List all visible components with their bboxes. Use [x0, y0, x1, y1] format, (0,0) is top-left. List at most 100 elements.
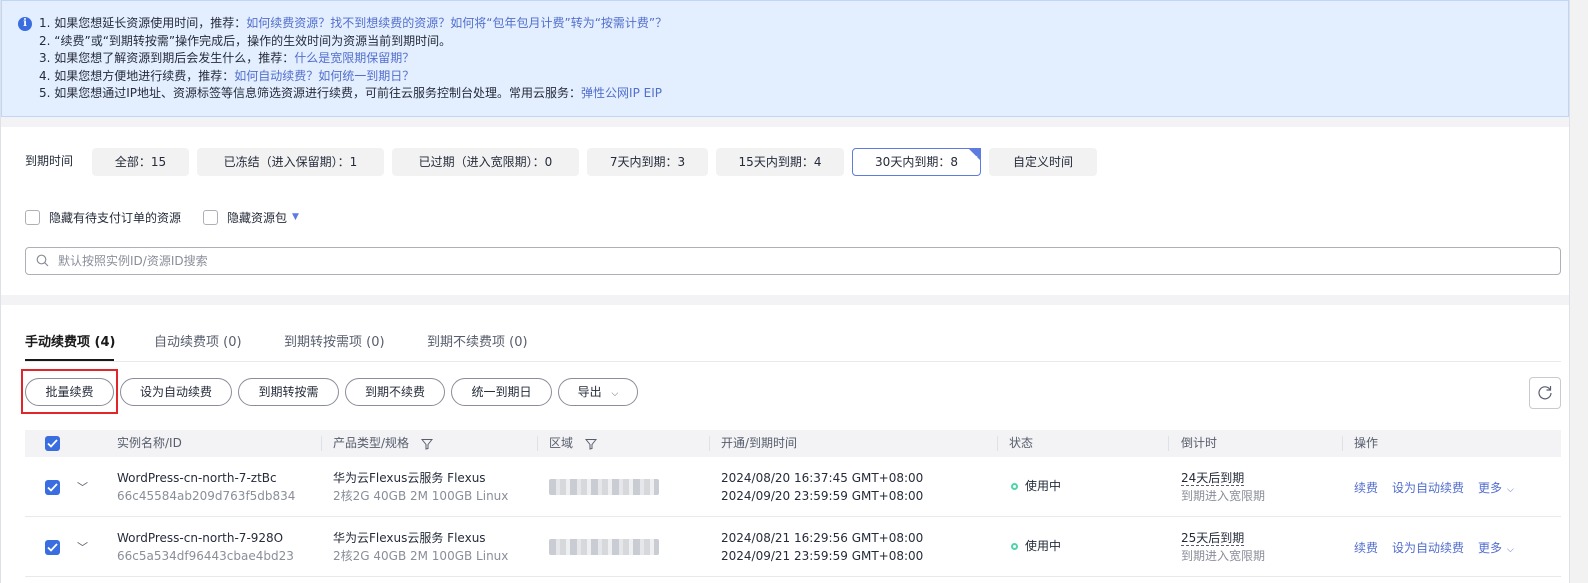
notice-line-4: 4. 如果您想方便地进行续费，推荐：如何自动续费？如何统一到期日？	[39, 68, 1568, 86]
notice-text: 2. “续费”或“到期转按需”操作完成后，操作的生效时间为资源当前到期时间。	[39, 33, 452, 48]
chip-all[interactable]: 全部：15	[92, 148, 189, 176]
filter-icon[interactable]	[584, 438, 597, 450]
hide-pending-option[interactable]: 隐藏有待支付订单的资源	[25, 209, 181, 225]
notice-text: 3. 如果您想了解资源到期后会发生什么，推荐：	[39, 51, 295, 66]
more-dropdown[interactable]: 更多 ⌵	[1478, 539, 1514, 559]
notice-text: 1. 如果您想延长资源使用时间，推荐：	[39, 16, 247, 30]
expand-chevron-icon[interactable]: ﹀	[77, 539, 88, 555]
expire-time: 2024/09/21 23:59:59 GMT+08:00	[721, 549, 924, 563]
more-label: 更多	[1478, 481, 1503, 495]
chip-15-days[interactable]: 15天内到期：4	[716, 148, 844, 176]
column-divider	[1168, 436, 1169, 451]
notice-link-renew-help[interactable]: 如何续费资源？找不到想续费的资源？如何将“包年包月计费”转为“按需计费”？	[246, 16, 667, 30]
tab-no-renew[interactable]: 到期不续费项 (0)	[427, 335, 528, 351]
table-header: 实例名称/ID 产品类型/规格 区域 开通/到期时间 状态 倒计时 操作	[25, 430, 1561, 457]
renew-link[interactable]: 续费	[1354, 479, 1378, 497]
product-spec: 2核2G 40GB 2M 100GB Linux	[333, 549, 509, 563]
search-icon	[36, 254, 49, 267]
hide-pending-checkbox[interactable]	[25, 209, 40, 225]
table-row: ﹀ WordPress-cn-north-7-ztBc 66c45584ab20…	[25, 457, 1561, 517]
set-auto-renew-link[interactable]: 设为自动续费	[1392, 539, 1464, 557]
notice-line-2: 2. “续费”或“到期转按需”操作完成后，操作的生效时间为资源当前到期时间。	[39, 33, 1568, 51]
unify-expiry-button[interactable]: 统一到期日	[451, 378, 552, 406]
tab-manual-renew[interactable]: 手动续费项 (4)	[25, 335, 115, 351]
chevron-down-icon[interactable]: ▼	[292, 212, 299, 222]
tips-notice: i 1. 如果您想延长资源使用时间，推荐：如何续费资源？找不到想续费的资源？如何…	[1, 0, 1569, 117]
status-dot-icon	[1011, 543, 1018, 550]
expand-chevron-icon[interactable]: ﹀	[77, 479, 88, 495]
countdown-note: 到期进入宽限期	[1181, 489, 1266, 503]
check-icon	[47, 483, 58, 492]
chip-30-days-label: 30天内到期：8	[875, 155, 958, 169]
set-auto-renew-link[interactable]: 设为自动续费	[1392, 479, 1464, 497]
column-divider	[1342, 436, 1343, 451]
column-divider	[321, 436, 322, 451]
open-time: 2024/08/21 16:29:56 GMT+08:00	[721, 531, 924, 545]
col-product-type-label: 产品类型/规格	[333, 436, 410, 450]
chip-custom-time[interactable]: 自定义时间	[989, 148, 1097, 176]
search-input[interactable]: 默认按照实例ID/资源ID搜索	[25, 247, 1561, 275]
status-text: 使用中	[1025, 539, 1062, 553]
countdown: 24天后到期	[1181, 469, 1245, 487]
more-dropdown[interactable]: 更多 ⌵	[1478, 479, 1514, 499]
check-icon	[47, 439, 58, 448]
row-checkbox[interactable]	[45, 540, 60, 555]
info-icon: i	[18, 17, 32, 31]
column-divider	[709, 436, 710, 451]
table-row: ﹀ WordPress-cn-north-7-928O 66c5a534df96…	[25, 517, 1561, 577]
export-label: 导出	[577, 385, 602, 399]
notice-link-grace-period[interactable]: 什么是宽限期保留期？	[294, 51, 414, 65]
section-gap	[1, 117, 1569, 127]
countdown-note: 到期进入宽限期	[1181, 549, 1266, 563]
expire-time: 2024/09/20 23:59:59 GMT+08:00	[721, 489, 924, 503]
tab-auto-renew[interactable]: 自动续费项 (0)	[154, 335, 242, 351]
product-type: 华为云Flexus云服务 Flexus	[333, 531, 486, 545]
active-tab-indicator	[25, 359, 114, 361]
col-instance-name: 实例名称/ID	[117, 436, 182, 450]
product-spec: 2核2G 40GB 2M 100GB Linux	[333, 489, 509, 503]
expiry-filter-label: 到期时间	[25, 154, 74, 168]
region-redacted	[549, 479, 659, 495]
refresh-button[interactable]	[1529, 377, 1561, 409]
status: 使用中	[1011, 477, 1061, 495]
col-operations: 操作	[1354, 436, 1379, 450]
to-on-demand-button[interactable]: 到期转按需	[238, 378, 339, 406]
section-gap	[1, 295, 1569, 305]
hide-pending-label: 隐藏有待支付订单的资源	[49, 210, 182, 225]
tab-to-on-demand[interactable]: 到期转按需项 (0)	[284, 335, 385, 351]
tabs-divider	[25, 361, 1561, 362]
hide-package-option[interactable]: 隐藏资源包 ▼	[203, 209, 299, 225]
resource-list-panel: 手动续费项 (4) 自动续费项 (0) 到期转按需项 (0) 到期不续费项 (0…	[1, 305, 1569, 583]
countdown: 25天后到期	[1181, 529, 1245, 547]
set-auto-renew-button[interactable]: 设为自动续费	[120, 378, 232, 406]
export-button[interactable]: 导出 ⌵	[558, 378, 638, 406]
check-icon	[47, 543, 58, 552]
col-countdown: 倒计时	[1181, 436, 1218, 450]
chevron-down-icon: ⌵	[1507, 485, 1514, 495]
notice-link-auto-renew[interactable]: 如何自动续费？如何统一到期日？	[234, 69, 414, 83]
column-divider	[997, 436, 998, 451]
row-checkbox[interactable]	[45, 480, 60, 495]
status-dot-icon	[1011, 483, 1018, 490]
chip-expired[interactable]: 已过期（进入宽限期）：0	[392, 148, 579, 176]
no-renew-button[interactable]: 到期不续费	[345, 378, 445, 406]
countdown-text: 24天后到期	[1181, 471, 1245, 486]
chip-30-days[interactable]: 30天内到期：8 ✓	[852, 148, 981, 176]
batch-renew-button[interactable]: 批量续费	[25, 378, 114, 406]
notice-line-3: 3. 如果您想了解资源到期后会发生什么，推荐：什么是宽限期保留期？	[39, 50, 1568, 68]
status-text: 使用中	[1025, 479, 1062, 493]
page-scrollbar[interactable]	[1570, 0, 1588, 583]
renew-link[interactable]: 续费	[1354, 539, 1378, 557]
region-redacted	[549, 539, 659, 555]
notice-line-5: 5. 如果您想通过IP地址、资源标签等信息筛选资源进行续费，可前往云服务控制台处…	[39, 85, 1568, 103]
hide-package-checkbox[interactable]	[203, 209, 218, 225]
select-all-checkbox[interactable]	[45, 436, 60, 451]
notice-text: 4. 如果您想方便地进行续费，推荐：	[39, 68, 235, 83]
chip-7-days[interactable]: 7天内到期：3	[587, 148, 708, 176]
chip-frozen[interactable]: 已冻结（进入保留期）：1	[197, 148, 384, 176]
col-region: 区域	[549, 430, 597, 457]
renewal-page: i 1. 如果您想延长资源使用时间，推荐：如何续费资源？找不到想续费的资源？如何…	[0, 0, 1570, 583]
col-product-type: 产品类型/规格	[333, 430, 433, 457]
filter-icon[interactable]	[420, 438, 433, 450]
notice-link-eip[interactable]: 弹性公网IP EIP	[581, 86, 662, 100]
